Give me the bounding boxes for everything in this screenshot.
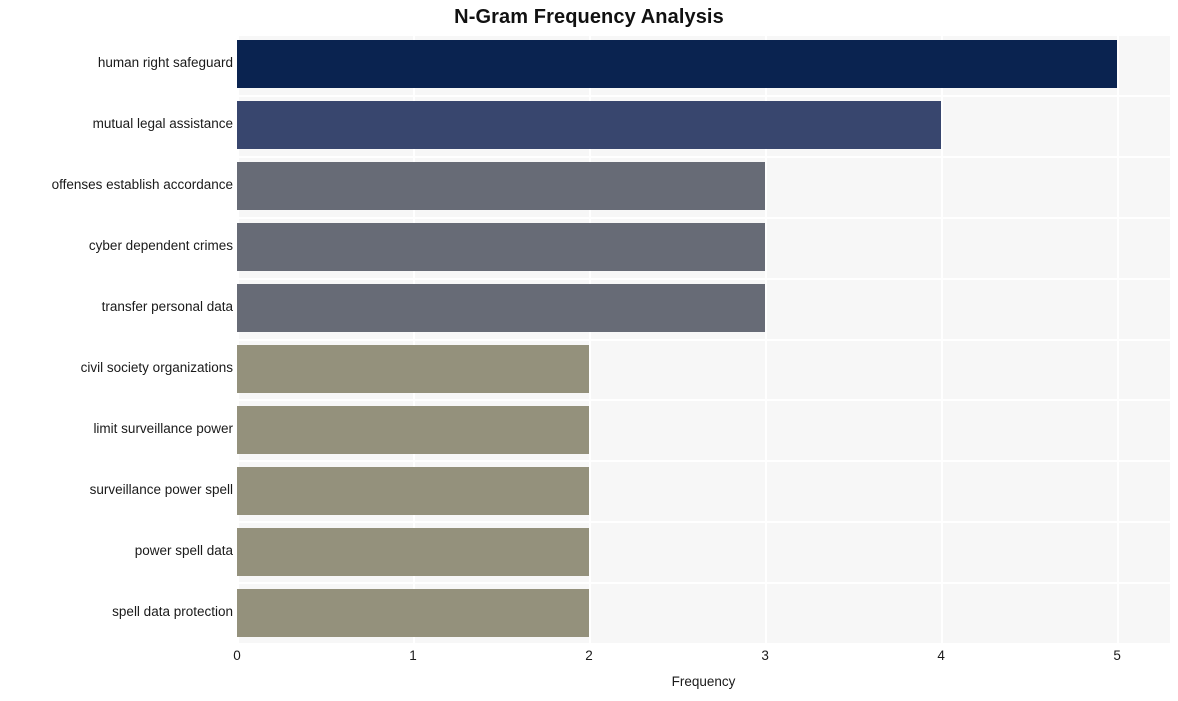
bars-layer <box>237 34 1170 643</box>
y-axis-tick-label: transfer personal data <box>101 299 233 315</box>
bar <box>237 588 590 637</box>
x-axis-tick-labels: 0 1 2 3 4 5 <box>233 648 1170 670</box>
y-axis-tick-labels: human right safeguard mutual legal assist… <box>0 34 233 643</box>
bar <box>237 223 766 272</box>
x-axis-tick-label: 4 <box>937 648 945 663</box>
bar <box>237 527 590 576</box>
bar <box>237 40 1118 89</box>
bar <box>237 101 942 150</box>
y-axis-tick-label: spell data protection <box>112 603 233 619</box>
bar <box>237 405 590 454</box>
x-axis-tick-label: 2 <box>585 648 593 663</box>
y-axis-tick-label: civil society organizations <box>80 359 233 375</box>
chart-figure: N-Gram Frequency Analysis human right sa… <box>0 0 1178 701</box>
x-axis-tick-label: 5 <box>1113 648 1121 663</box>
y-axis-tick-label: mutual legal assistance <box>92 116 233 132</box>
bar <box>237 344 590 393</box>
y-axis-tick-label: surveillance power spell <box>89 481 233 497</box>
y-axis-tick-label: power spell data <box>134 542 233 558</box>
x-axis-tick-label: 0 <box>233 648 241 663</box>
bar <box>237 284 766 333</box>
y-axis-tick-label: limit surveillance power <box>93 420 233 436</box>
y-axis-tick-label: cyber dependent crimes <box>88 238 233 254</box>
gridline-horizontal <box>237 643 1170 645</box>
x-axis-tick-label: 1 <box>409 648 417 663</box>
x-axis-title: Frequency <box>671 674 736 689</box>
y-axis-tick-label: human right safeguard <box>97 55 233 71</box>
y-axis-tick-label: offenses establish accordance <box>51 177 233 193</box>
bar <box>237 466 590 515</box>
chart-title: N-Gram Frequency Analysis <box>454 6 724 28</box>
plot-area <box>237 34 1170 645</box>
x-axis-tick-label: 3 <box>761 648 769 663</box>
bar <box>237 162 766 211</box>
